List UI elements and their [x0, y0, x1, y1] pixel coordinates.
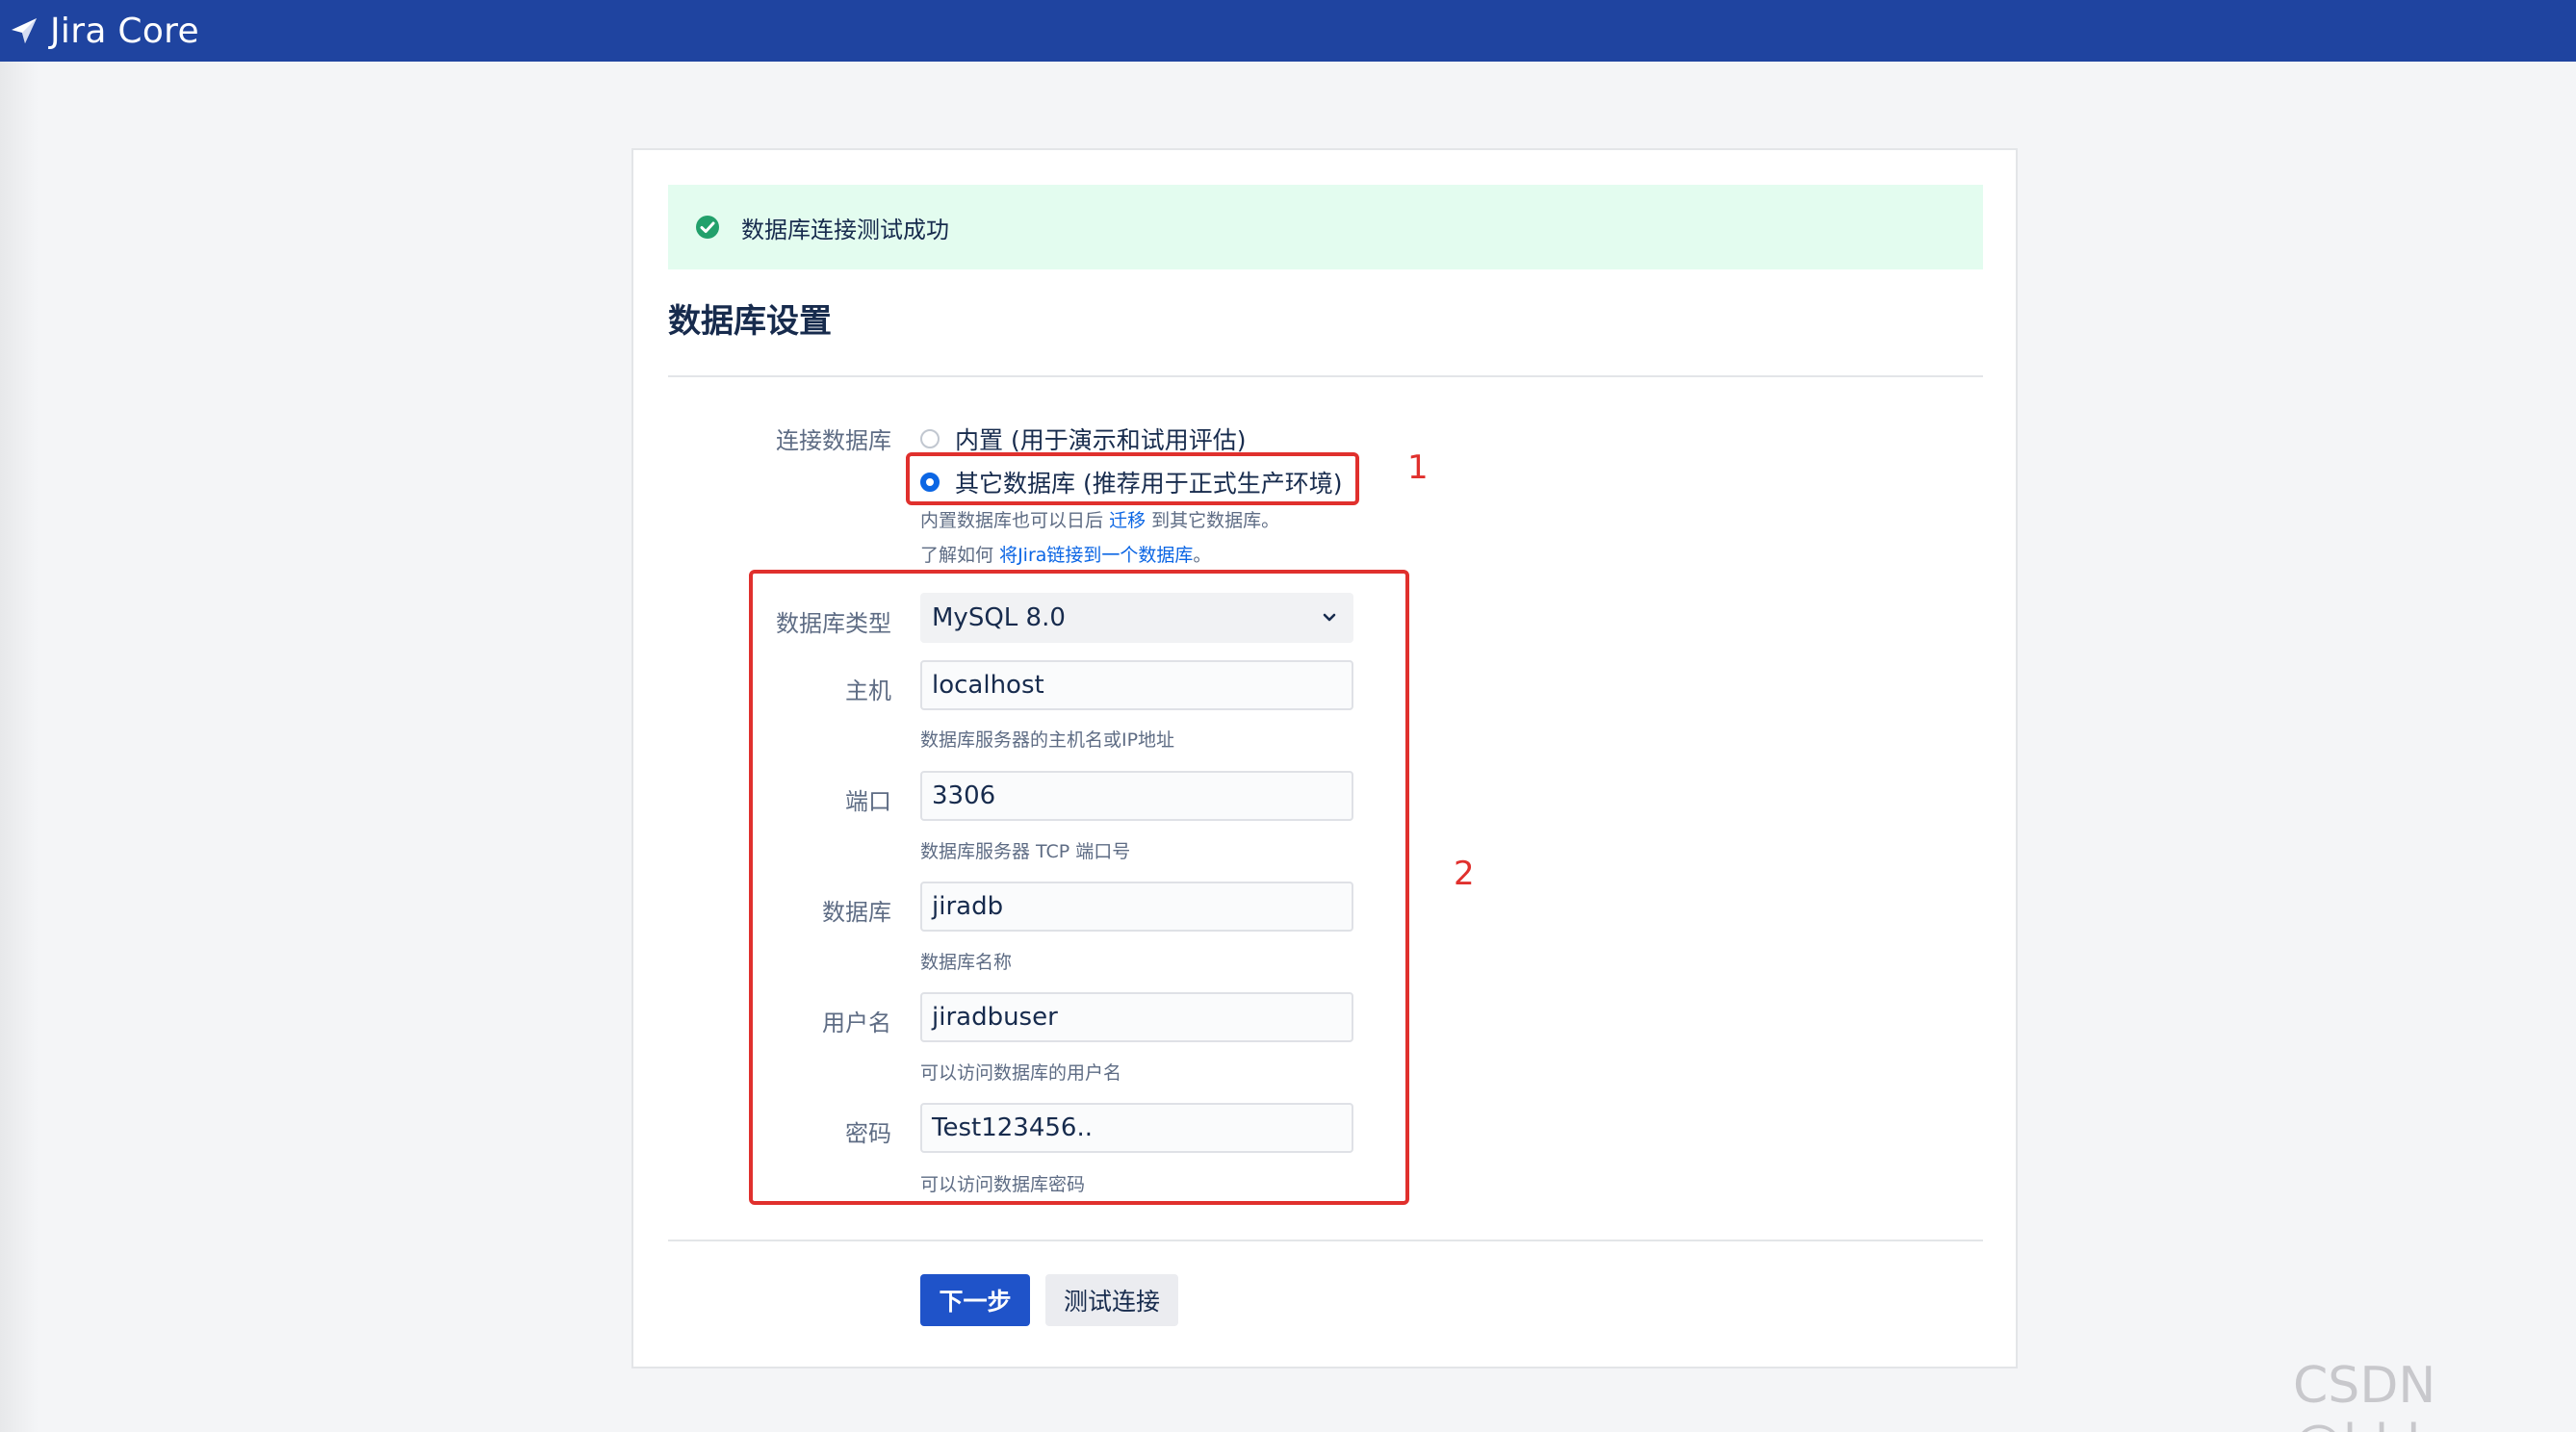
annotation-number-1: 1: [1407, 448, 1429, 487]
connect-database-link[interactable]: 将Jira链接到一个数据库: [999, 545, 1193, 566]
left-shade: [0, 62, 39, 1432]
connection-label: 连接数据库: [776, 427, 891, 454]
success-message: 数据库连接测试成功: [741, 216, 949, 243]
page-title: 数据库设置: [668, 302, 832, 341]
title-divider: [668, 375, 1983, 377]
top-navigation-bar: Jira Core: [0, 0, 2576, 62]
jira-logo[interactable]: Jira Core: [10, 12, 199, 51]
success-check-icon: [696, 216, 719, 239]
builtin-migrate-help: 内置数据库也可以日后 迁移 到其它数据库。: [920, 506, 1279, 532]
annotation-box-1: [906, 452, 1359, 505]
next-button[interactable]: 下一步: [920, 1274, 1030, 1326]
annotation-box-2: [749, 570, 1409, 1205]
radio-builtin[interactable]: 内置 (用于演示和试用评估): [920, 422, 1246, 456]
annotation-number-2: 2: [1454, 855, 1475, 893]
watermark: CSDN @bhlu: [2293, 1357, 2452, 1432]
learn-help: 了解如何 将Jira链接到一个数据库。: [920, 541, 1211, 567]
help1-prefix: 内置数据库也可以日后: [920, 510, 1104, 531]
help2-prefix: 了解如何: [920, 545, 994, 566]
app-title: Jira Core: [50, 11, 199, 51]
jira-arrow-icon: [12, 18, 37, 43]
radio-builtin-circle[interactable]: [920, 429, 940, 448]
form-divider: [668, 1240, 1983, 1241]
success-banner: 数据库连接测试成功: [668, 185, 1983, 269]
help2-suffix: 。: [1193, 545, 1212, 566]
migrate-link[interactable]: 迁移: [1109, 510, 1146, 531]
radio-builtin-label: 内置 (用于演示和试用评估): [955, 426, 1247, 454]
help1-suffix: 到其它数据库。: [1151, 510, 1280, 531]
test-connection-button[interactable]: 测试连接: [1045, 1274, 1178, 1326]
